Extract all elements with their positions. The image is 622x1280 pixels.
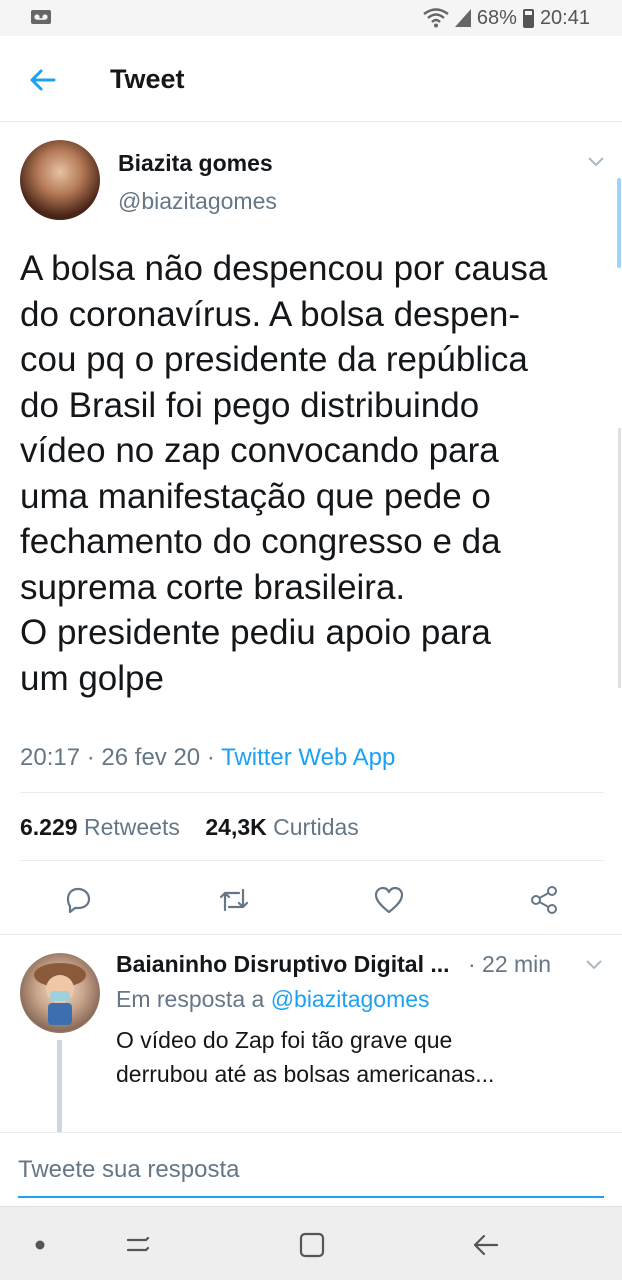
share-icon (531, 886, 557, 914)
divider (20, 860, 604, 861)
replying-to-prefix: Em resposta a (116, 986, 265, 1012)
battery-icon (522, 8, 534, 28)
meta-separator: · (86, 744, 102, 771)
top-app-bar: Tweet (0, 36, 622, 122)
like-icon (374, 886, 404, 914)
replying-to: Em resposta a @biazitagomes (116, 986, 430, 1013)
system-back-button[interactable] (466, 1225, 506, 1265)
battery-percentage: 68% (476, 6, 517, 29)
reply-author-name[interactable]: Baianinho Disruptivo Digital ... (116, 951, 450, 978)
tweet-text: A bolsa não despencou por causa do coron… (20, 249, 548, 698)
status-bar: 68% 20:41 (0, 0, 622, 36)
author-avatar[interactable] (20, 140, 100, 220)
retweets-stat[interactable]: 6.229 Retweets (20, 814, 180, 840)
author-name[interactable]: Biazita gomes (118, 150, 273, 177)
back-button[interactable] (24, 62, 60, 98)
divider (0, 934, 622, 935)
page-title: Tweet (110, 64, 185, 94)
reply-button[interactable] (58, 880, 98, 920)
tweet-date: 26 fev 20 (101, 744, 201, 771)
arrow-left-icon (30, 69, 56, 91)
signal-icon (454, 9, 471, 27)
divider (20, 792, 604, 793)
retweet-button[interactable] (214, 880, 254, 920)
reply-input[interactable]: Tweete sua resposta (18, 1152, 604, 1198)
reply-icon (66, 887, 91, 914)
tweet-stats: 6.229 Retweets 24,3K Curtidas (20, 814, 359, 841)
system-nav-bar (0, 1206, 622, 1280)
clock: 20:41 (539, 6, 590, 29)
like-button[interactable] (369, 880, 409, 920)
retweets-count: 6.229 (20, 814, 78, 840)
tweet-metadata: 20:17 · 26 fev 20 · Twitter Web App (20, 744, 395, 772)
wifi-icon (423, 8, 449, 28)
likes-count: 24,3K (205, 814, 267, 840)
tweet-time: 20:17 (20, 744, 81, 771)
chevron-down-icon[interactable] (584, 958, 604, 972)
divider (0, 1132, 622, 1133)
voicemail-icon (31, 10, 51, 24)
dot-icon (35, 1240, 45, 1250)
scroll-indicator[interactable] (617, 178, 621, 268)
back-icon (473, 1234, 499, 1256)
share-button[interactable] (524, 880, 564, 920)
recent-apps-button[interactable] (118, 1225, 158, 1265)
tweet-source-link[interactable]: Twitter Web App (221, 744, 395, 771)
thread-line (57, 1040, 62, 1132)
retweet-icon (219, 888, 249, 912)
home-icon (299, 1232, 325, 1258)
reply-text: O vídeo do Zap foi tão grave que derrubo… (116, 1027, 495, 1087)
recent-apps-icon (126, 1236, 150, 1252)
replying-to-mention[interactable]: @biazitagomes (271, 986, 430, 1012)
likes-label: Curtidas (273, 814, 359, 840)
edge-panel-handle[interactable] (618, 428, 621, 688)
tweet-actions (0, 876, 622, 922)
reply-author-avatar[interactable] (20, 953, 100, 1033)
nav-dot-button[interactable] (20, 1225, 60, 1265)
chevron-down-icon[interactable] (586, 155, 606, 169)
retweets-label: Retweets (83, 814, 180, 840)
home-button[interactable] (292, 1225, 332, 1265)
cartoon-avatar-image (34, 963, 86, 1025)
meta-separator: · (206, 744, 222, 771)
likes-stat[interactable]: 24,3K Curtidas (205, 814, 358, 840)
reply-time: · 22 min (468, 951, 552, 977)
author-handle[interactable]: @biazitagomes (118, 188, 277, 215)
